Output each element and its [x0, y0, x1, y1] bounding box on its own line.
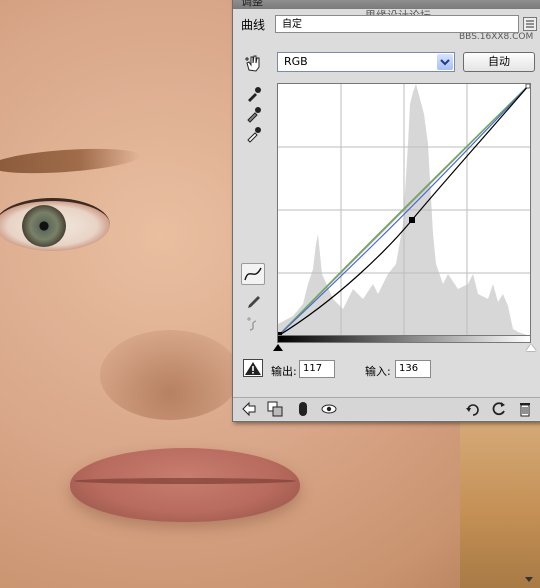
black-point-slider[interactable]: [273, 344, 283, 351]
white-point-slider[interactable]: [526, 344, 536, 351]
panel-bottom-bar: [233, 397, 540, 420]
eye-icon[interactable]: [321, 401, 337, 417]
preset-label: 曲线: [241, 18, 266, 32]
curves-adjustment-panel: 调整 思缘设计论坛 PS教程论坛 BBS.16XX8.COM 曲线 自定 RGB…: [232, 0, 540, 422]
view-previous-icon[interactable]: [465, 401, 481, 417]
eyebrow: [0, 144, 141, 178]
hand-tool-icon[interactable]: [243, 53, 263, 73]
curve-control-point: [409, 217, 415, 223]
channel-select[interactable]: RGB: [277, 52, 455, 72]
panel-title: 调整: [241, 0, 263, 8]
hair-region: [460, 400, 540, 588]
input-gradient-bar: [277, 335, 531, 343]
output-label: 输出:: [271, 365, 297, 378]
white-eyedropper-icon[interactable]: [245, 125, 263, 143]
input-field[interactable]: 136: [395, 360, 431, 378]
channel-value: RGB: [284, 55, 308, 68]
pencil-icon[interactable]: [245, 293, 263, 311]
gray-eyedropper-icon[interactable]: [245, 105, 263, 123]
chevron-down-icon: [437, 54, 453, 70]
iris: [22, 205, 66, 247]
panel-menu-icon[interactable]: [523, 17, 537, 31]
preset-row: 曲线 自定: [233, 11, 540, 39]
preset-dropdown[interactable]: 自定: [275, 15, 519, 33]
clip-layer-icon[interactable]: [267, 401, 283, 417]
scroll-down-icon[interactable]: [524, 574, 534, 584]
back-arrow-icon[interactable]: [241, 401, 257, 417]
clipping-warning-icon[interactable]: [243, 359, 263, 377]
nose-shadow: [100, 330, 240, 420]
curve-tool-icon[interactable]: [241, 263, 265, 285]
lip-line: [74, 478, 296, 484]
output-field[interactable]: 117: [299, 360, 335, 378]
smooth-icon[interactable]: [245, 315, 263, 333]
auto-button[interactable]: 自动: [463, 52, 535, 72]
reset-icon[interactable]: [491, 401, 507, 417]
curves-graph[interactable]: [277, 83, 531, 337]
input-label: 输入:: [365, 365, 391, 378]
lips: [70, 448, 300, 522]
curve-endpoint-white: [525, 83, 531, 89]
black-eyedropper-icon[interactable]: [245, 85, 263, 103]
visibility-icon[interactable]: [295, 401, 311, 417]
trash-icon[interactable]: [517, 401, 533, 417]
